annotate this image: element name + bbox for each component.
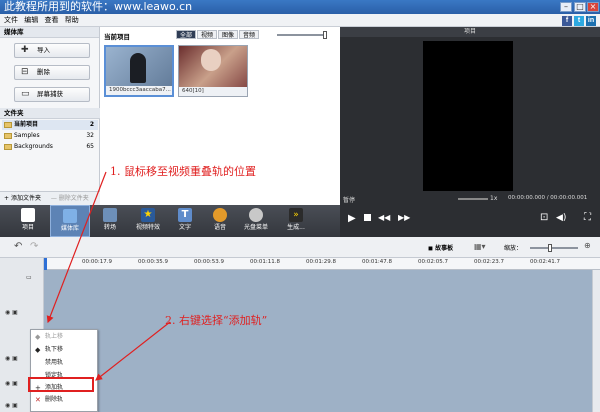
- arrow-to-add-track: [95, 321, 171, 381]
- annotation-arrows: [46, 171, 171, 381]
- arrow-to-track: [46, 171, 107, 324]
